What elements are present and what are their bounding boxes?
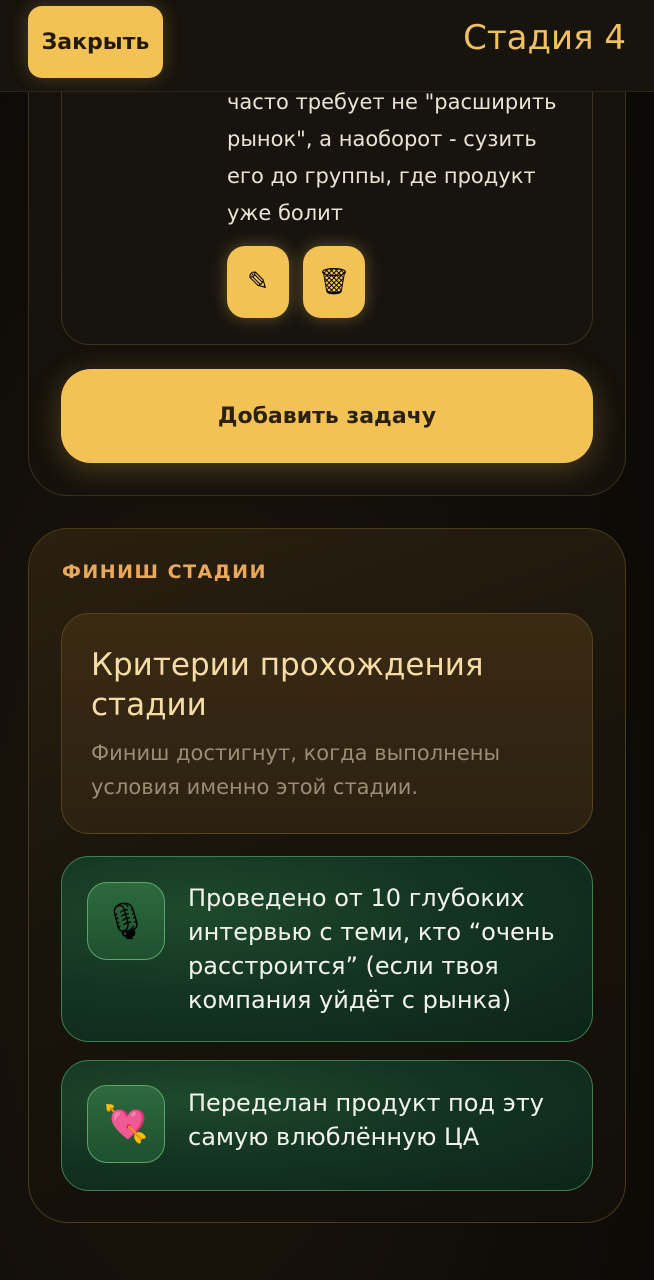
trash-can-icon: 🗑 xyxy=(317,267,351,297)
stage-title: Стадия 4 xyxy=(463,18,626,58)
criteria-subtitle: Финиш достигнут, когда выполнены условия… xyxy=(91,741,501,799)
delete-task-button[interactable]: 🗑 xyxy=(303,246,365,318)
stage-page: часто требует не "расширить рынок", а на… xyxy=(0,0,654,1280)
top-bar: Закрыть Стадия 4 xyxy=(0,0,654,92)
goal-text-product: Переделан продукт под эту самую влюблённ… xyxy=(188,1089,545,1151)
microphone-glyph: 🎙 xyxy=(103,901,149,942)
microphone-icon: 🎙 xyxy=(87,882,165,960)
add-task-button[interactable]: Добавить задачу xyxy=(61,369,593,463)
goal-text-interviews: Проведено от 10 глубоких интервью с теми… xyxy=(188,884,555,1014)
close-button[interactable]: Закрыть xyxy=(28,6,163,78)
criteria-title: Критерии прохождения стадии xyxy=(91,647,484,723)
finish-section-label: ФИНИШ СТАДИИ xyxy=(62,561,267,583)
heart-glyph: 💘 xyxy=(103,1104,149,1145)
task-description: часто требует не "расширить рынок", а на… xyxy=(227,90,557,225)
pencil-icon: ✎ xyxy=(247,267,269,297)
heart-with-arrow-icon: 💘 xyxy=(87,1085,165,1163)
edit-task-button[interactable]: ✎ xyxy=(227,246,289,318)
